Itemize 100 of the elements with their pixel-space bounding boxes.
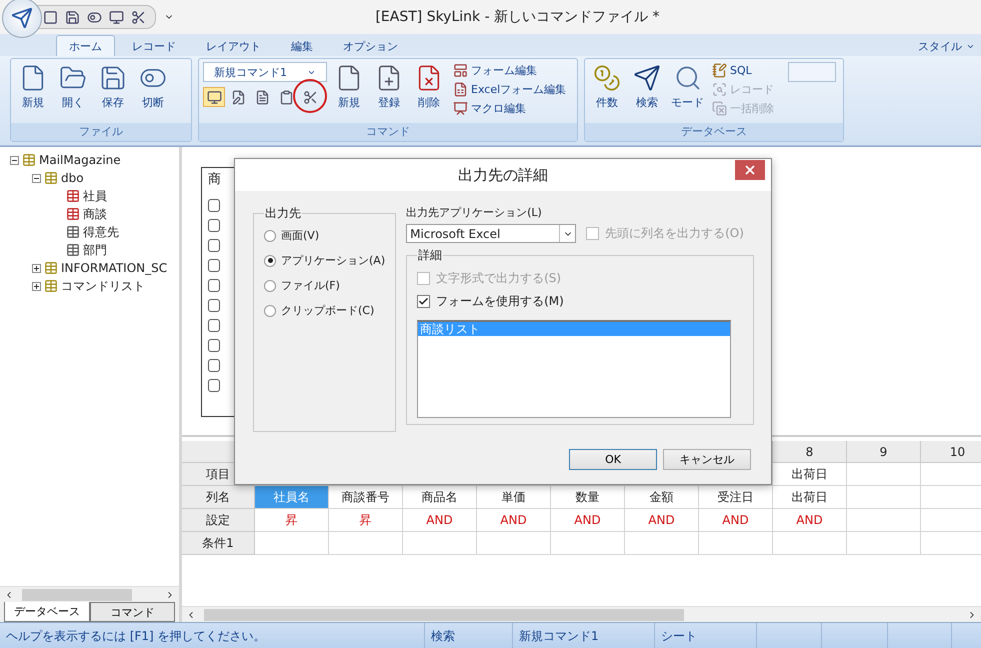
form-icon [453, 63, 468, 78]
checkbox[interactable] [417, 295, 430, 308]
ribbon-button[interactable]: フォーム編集 [451, 62, 568, 79]
table-cell[interactable] [699, 532, 773, 555]
field-icon [208, 199, 220, 212]
toolbar-button[interactable] [203, 87, 225, 107]
dialog-title: 出力先の詳細 [458, 166, 548, 184]
notepad-icon [712, 63, 727, 78]
close-icon [743, 163, 757, 177]
radio-option[interactable]: クリップボード(C) [264, 303, 386, 318]
application-select[interactable]: Microsoft Excel [406, 224, 576, 243]
ribbon-button[interactable]: モード [669, 62, 706, 112]
table-cell[interactable] [847, 509, 921, 532]
close-button[interactable] [735, 160, 765, 180]
ribbon-button[interactable]: SQL [710, 62, 776, 79]
expand-button[interactable] [32, 264, 41, 272]
ribbon-button[interactable]: 新規 [331, 62, 367, 112]
command-dropdown[interactable]: 新規コマンド1 [203, 62, 327, 82]
ribbon-button[interactable]: 新規 [15, 62, 51, 112]
table-cell[interactable]: 数量 [551, 486, 625, 509]
tree-item[interactable]: コマンドリスト [61, 278, 145, 294]
magnifier-icon [712, 82, 727, 97]
table-cell[interactable]: 出荷日 [773, 463, 847, 486]
radio-option[interactable]: アプリケーション(A) [264, 253, 386, 268]
radio-button[interactable] [264, 230, 276, 242]
ribbon-button[interactable]: 件数 [589, 62, 625, 112]
radio-option[interactable]: ファイル(F) [264, 278, 386, 293]
table-cell[interactable]: 受注日 [699, 486, 773, 509]
table-cell[interactable]: AND [699, 509, 773, 532]
table-cell[interactable]: 出荷日 [773, 486, 847, 509]
table-cell[interactable] [403, 532, 477, 555]
table-cell[interactable]: 昇 [329, 509, 403, 532]
radio-option[interactable]: 画面(V) [264, 228, 386, 243]
ribbon-button[interactable]: マクロ編集 [451, 100, 568, 117]
tree-item[interactable]: 商談 [83, 206, 107, 222]
table-cell[interactable] [551, 532, 625, 555]
ribbon-button[interactable]: 登録 [371, 62, 407, 112]
window-title: [EAST] SkyLink - 新しいコマンドファイル * [375, 8, 661, 26]
table-cell[interactable]: AND [551, 509, 625, 532]
table-title: 商 [208, 171, 222, 188]
checkbox-option[interactable]: フォームを使用する(M) [417, 293, 744, 310]
blank-field[interactable] [788, 62, 836, 82]
ribbon-tab[interactable]: オプション [330, 35, 411, 56]
field-icon [208, 299, 220, 312]
column-header: 10 [921, 441, 981, 463]
collapse-button[interactable] [32, 174, 41, 182]
status-text: ヘルプを表示するには [F1] を押してください。 [0, 623, 425, 648]
ribbon-button[interactable]: 切断 [135, 62, 171, 112]
table-cell[interactable] [477, 532, 551, 555]
ribbon-button[interactable]: 検索 [629, 62, 665, 112]
table-cell[interactable]: 昇 [255, 509, 329, 532]
radio-button[interactable] [264, 254, 276, 266]
ribbon-tab[interactable]: レコード [119, 35, 189, 56]
horizontal-scrollbar[interactable] [182, 606, 981, 622]
expand-button[interactable] [32, 282, 41, 290]
radio-button[interactable] [264, 280, 276, 292]
table-cell[interactable]: 金額 [625, 486, 699, 509]
table-cell[interactable] [847, 486, 921, 509]
table-cell[interactable]: 商品名 [403, 486, 477, 509]
group-title: 詳細 [417, 247, 444, 264]
table-cell[interactable] [773, 532, 847, 555]
table-cell[interactable] [625, 532, 699, 555]
ribbon-button[interactable]: 保存 [95, 62, 131, 112]
ribbon-tab[interactable]: レイアウト [193, 35, 274, 56]
table-cell[interactable] [329, 532, 403, 555]
minus-icon [34, 176, 39, 180]
table-cell[interactable]: 商談番号 [329, 486, 403, 509]
ribbon-tab[interactable]: ホーム [56, 35, 115, 56]
dialog-button[interactable]: OK [569, 449, 657, 470]
table-cell[interactable]: AND [403, 509, 477, 532]
ribbon-button[interactable]: Excelフォーム編集 [451, 81, 568, 98]
table-cell[interactable] [847, 463, 921, 486]
field-icon [208, 359, 220, 372]
radio-button[interactable] [264, 304, 276, 316]
panel-tab[interactable]: データベース [4, 602, 90, 622]
tree-item[interactable]: 社員 [83, 188, 107, 204]
group-label: コマンド [199, 123, 577, 141]
style-menu[interactable]: スタイル [912, 36, 981, 56]
table-cell[interactable] [847, 532, 921, 555]
table-cell[interactable]: AND [773, 509, 847, 532]
check-icon [418, 296, 430, 307]
tree-item[interactable]: INFORMATION_SC [61, 261, 168, 275]
search-icon [674, 64, 702, 92]
tree-item[interactable]: dbo [61, 171, 84, 185]
collapse-button[interactable] [10, 156, 19, 164]
table-cell[interactable]: 単価 [477, 486, 551, 509]
ribbon-button[interactable]: 削除 [411, 62, 447, 112]
ribbon-tab[interactable]: 編集 [278, 35, 326, 56]
horizontal-scrollbar[interactable] [0, 586, 179, 602]
app-menu-button[interactable] [2, 0, 42, 38]
dialog-button[interactable]: キャンセル [663, 449, 751, 470]
tree-item[interactable]: 部門 [83, 242, 107, 258]
pencil-page-icon [230, 90, 246, 104]
tree-item[interactable]: 得意先 [83, 224, 119, 240]
panel-tab[interactable]: コマンド [90, 602, 175, 622]
table-cell[interactable]: AND [477, 509, 551, 532]
tree-item[interactable]: MailMagazine [39, 153, 121, 167]
table-cell[interactable] [255, 532, 329, 555]
table-cell[interactable]: AND [625, 509, 699, 532]
ribbon-button[interactable]: 開く [55, 62, 91, 112]
